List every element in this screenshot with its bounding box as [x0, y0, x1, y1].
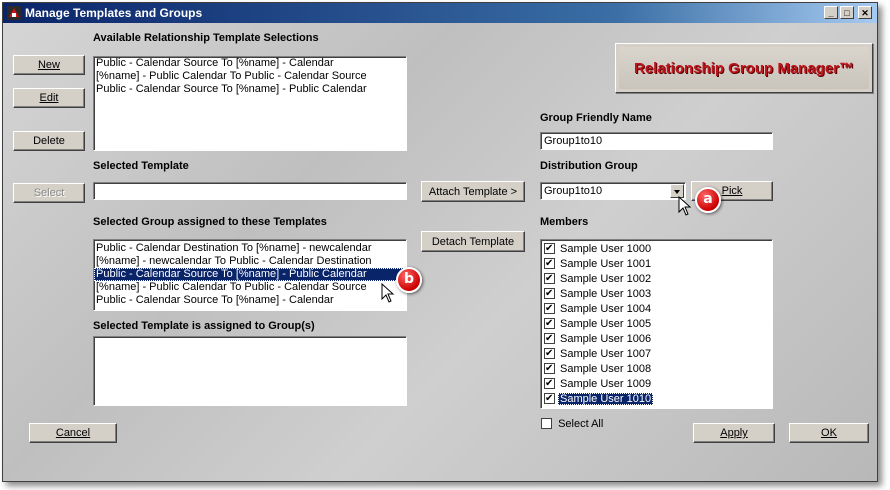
available-templates-list[interactable]: Public - Calendar Source To [%name] - Ca… — [93, 56, 407, 151]
list-item[interactable]: [%name] - newcalendar To Public - Calend… — [94, 255, 406, 268]
mouse-cursor-icon — [678, 196, 692, 216]
member-item[interactable]: Sample User 1009 — [541, 376, 772, 392]
select-button-label: Select — [33, 187, 65, 199]
list-item[interactable]: [%name] - Public Calendar To Public - Ca… — [94, 70, 406, 83]
member-checkbox[interactable] — [544, 241, 555, 256]
member-checkbox[interactable] — [544, 361, 555, 376]
members-list[interactable]: Sample User 1000 Sample User 1001 Sample U… — [540, 239, 773, 409]
member-checkbox[interactable] — [544, 346, 555, 361]
apply-button[interactable]: Apply — [693, 423, 775, 443]
member-checkbox[interactable] — [544, 376, 555, 391]
callout-a: a — [695, 187, 721, 213]
list-item[interactable]: Public - Calendar Source To [%name] - Ca… — [94, 294, 406, 307]
list-item[interactable]: [%name] - Public Calendar To Public - Ca… — [94, 281, 406, 294]
distribution-group-select[interactable]: Group1to10 — [540, 182, 686, 200]
member-label: Sample User 1007 — [560, 348, 652, 360]
distribution-group-label: Distribution Group — [540, 160, 638, 172]
member-label: Sample User 1005 — [560, 318, 652, 330]
callout-b: b — [396, 267, 422, 293]
window-title: Manage Templates and Groups — [25, 6, 203, 20]
minimize-button[interactable]: _ — [824, 6, 838, 19]
friendly-name-label: Group Friendly Name — [540, 112, 652, 124]
maximize-button[interactable]: □ — [840, 6, 854, 19]
group-templates-list[interactable]: Public - Calendar Destination To [%name]… — [93, 239, 407, 311]
member-label: Sample User 1000 — [560, 243, 652, 255]
member-label: Sample User 1008 — [560, 363, 652, 375]
mouse-cursor-icon — [381, 283, 395, 303]
member-label: Sample User 1003 — [560, 288, 652, 300]
cancel-button[interactable]: Cancel — [29, 423, 117, 443]
select-all-checkbox[interactable]: Select All — [538, 416, 603, 432]
logo: Relationship Group Manager™ — [615, 43, 873, 93]
member-label: Sample User 1010 — [558, 393, 654, 405]
available-templates-label: Available Relationship Template Selectio… — [93, 32, 319, 44]
member-label: Sample User 1002 — [560, 273, 652, 285]
member-item[interactable]: Sample User 1006 — [541, 331, 772, 347]
edit-button-label: Edit — [39, 92, 59, 104]
member-checkbox[interactable] — [544, 316, 555, 331]
member-label: Sample User 1001 — [560, 258, 652, 270]
delete-button[interactable]: Delete — [13, 131, 85, 151]
member-item[interactable]: Sample User 1000 — [541, 241, 772, 257]
select-all-label: Select All — [558, 418, 604, 430]
member-item[interactable]: Sample User 1002 — [541, 271, 772, 287]
new-button[interactable]: New — [13, 55, 85, 75]
member-item[interactable]: Sample User 1004 — [541, 301, 772, 317]
template-assigned-label: Selected Template is assigned to Group(s… — [93, 320, 315, 332]
selected-group-label: Selected Group assigned to these Templat… — [93, 216, 327, 228]
member-checkbox[interactable] — [544, 331, 555, 346]
list-item[interactable]: Public - Calendar Destination To [%name]… — [94, 242, 406, 255]
delete-button-label: Delete — [33, 135, 65, 147]
member-checkbox[interactable] — [544, 286, 555, 301]
member-checkbox[interactable] — [544, 271, 555, 286]
friendly-name-input[interactable]: Group1to10 — [540, 132, 773, 150]
list-item[interactable]: Public - Calendar Source To [%name] - Pu… — [94, 83, 406, 96]
assigned-groups-list[interactable] — [93, 336, 407, 406]
select-all-checkbox-box[interactable] — [541, 417, 552, 429]
member-item[interactable]: Sample User 1007 — [541, 346, 772, 362]
member-label: Sample User 1009 — [560, 378, 652, 390]
title-bar: Manage Templates and Groups _ □ ✕ — [3, 3, 877, 23]
member-item[interactable]: Sample User 1008 — [541, 361, 772, 377]
select-button[interactable]: Select — [13, 183, 85, 203]
ok-button-label: OK — [821, 427, 837, 439]
selected-template-input[interactable] — [93, 182, 407, 200]
dialog-window: Manage Templates and Groups _ □ ✕ New Ed… — [2, 2, 878, 482]
member-item[interactable]: Sample User 1003 — [541, 286, 772, 302]
distribution-group-value: Group1to10 — [544, 185, 603, 197]
logo-text: Relationship Group Manager™ — [619, 47, 869, 89]
member-item[interactable]: Sample User 1010 — [541, 391, 772, 407]
attach-template-button[interactable]: Attach Template > — [421, 181, 525, 202]
member-checkbox[interactable] — [544, 256, 555, 271]
member-item[interactable]: Sample User 1001 — [541, 256, 772, 272]
selected-template-label: Selected Template — [93, 160, 189, 172]
detach-template-button[interactable]: Detach Template — [421, 231, 525, 252]
attach-template-label: Attach Template > — [428, 185, 518, 198]
ok-button[interactable]: OK — [789, 423, 869, 443]
pick-button-label: Pick — [721, 185, 743, 197]
member-label: Sample User 1004 — [560, 303, 652, 315]
app-icon — [7, 6, 21, 20]
cancel-button-label: Cancel — [55, 427, 91, 439]
member-checkbox[interactable] — [544, 301, 555, 316]
member-item[interactable]: Sample User 1005 — [541, 316, 772, 332]
apply-button-label: Apply — [720, 427, 748, 439]
list-item[interactable]: Public - Calendar Source To [%name] - Ca… — [94, 57, 406, 70]
detach-template-label: Detach Template — [431, 235, 515, 248]
edit-button[interactable]: Edit — [13, 88, 85, 108]
member-label: Sample User 1006 — [560, 333, 652, 345]
close-button[interactable]: ✕ — [858, 6, 872, 19]
list-item[interactable]: Public - Calendar Source To [%name] - Pu… — [94, 268, 406, 281]
new-button-label: New — [37, 59, 60, 71]
members-label: Members — [540, 216, 589, 228]
member-checkbox[interactable] — [544, 391, 555, 406]
